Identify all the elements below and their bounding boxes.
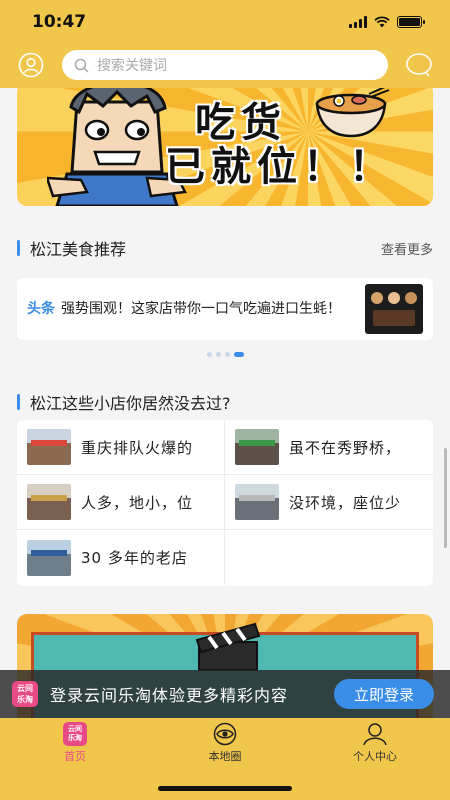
tab-label: 个人中心	[353, 750, 397, 763]
shop-thumbnail	[235, 484, 279, 520]
promo-banner-top[interactable]: 吃货 已就位！！	[17, 88, 433, 206]
search-placeholder: 搜索关键词	[97, 58, 167, 74]
shop-name: 重庆排队火爆的	[81, 438, 194, 457]
shop-thumbnail	[27, 539, 71, 576]
carousel-dot-active	[233, 352, 244, 357]
eye-circle-icon	[213, 722, 237, 746]
tab-label: 本地圈	[208, 750, 242, 763]
app-logo-icon: 云间 乐淘	[12, 681, 38, 707]
shop-item[interactable]: 人多，地小，位	[17, 475, 225, 530]
app-logo-icon: 云间 乐淘	[63, 722, 87, 746]
user-profile-button[interactable]	[16, 50, 46, 80]
shop-name: 没环境，座位少	[289, 493, 402, 512]
search-row: 搜索关键词	[0, 48, 450, 82]
wifi-icon	[374, 16, 390, 28]
app-header: 10:47 搜索关键词	[0, 0, 450, 88]
shop-thumbnail	[27, 429, 71, 465]
carousel-dot	[224, 352, 230, 357]
tab-local-circle[interactable]: 本地圈	[150, 722, 300, 764]
shop-grid: 重庆排队火爆的 虽不在秀野桥， 人多，地小，位 没环境，座位少 30 多年的老店	[17, 420, 433, 586]
chat-bubble-icon	[406, 53, 432, 77]
login-button[interactable]: 立即登录	[334, 679, 434, 709]
shop-name: 人多，地小，位	[81, 493, 194, 512]
food-section-title: 松江美食推荐	[30, 240, 127, 259]
status-time: 10:47	[32, 12, 87, 32]
status-icons	[349, 16, 425, 28]
shop-item[interactable]: 重庆排队火爆的	[17, 420, 225, 475]
shop-thumbnail	[235, 429, 279, 465]
main-content[interactable]: 吃货 已就位！！ 松江美食推荐 查看更多 头条 强势围观！这家店带你一口气吃遍进口…	[0, 88, 450, 718]
shop-item[interactable]: 虽不在秀野桥，	[225, 420, 433, 475]
search-input[interactable]: 搜索关键词	[62, 50, 388, 80]
tab-label: 首页	[64, 750, 86, 763]
shop-name: 虽不在秀野桥，	[289, 438, 402, 457]
shop-item[interactable]: 没环境，座位少	[225, 475, 433, 530]
user-circle-icon	[18, 52, 44, 78]
cellular-signal-icon	[349, 16, 367, 28]
scrollbar[interactable]	[444, 448, 447, 548]
carousel-dot	[206, 352, 212, 357]
carousel-indicator	[0, 352, 450, 357]
login-prompt-text: 登录云间乐淘体验更多精彩内容	[50, 686, 289, 705]
view-more-link[interactable]: 查看更多	[381, 239, 433, 258]
tab-profile[interactable]: 个人中心	[300, 722, 450, 764]
person-icon	[363, 723, 387, 746]
message-button[interactable]	[404, 50, 434, 80]
news-thumbnail	[365, 284, 423, 334]
tab-home[interactable]: 云间 乐淘 首页	[0, 722, 150, 764]
shop-item[interactable]: 30 多年的老店	[17, 530, 225, 585]
noodle-bowl-illustration	[315, 88, 390, 138]
food-section-header: 松江美食推荐 查看更多	[17, 236, 433, 260]
login-prompt-bar: 云间 乐淘 登录云间乐淘体验更多精彩内容 立即登录	[0, 670, 450, 718]
title-accent-bar	[17, 240, 20, 256]
shops-section-header: 松江这些小店你居然没去过?	[17, 390, 433, 414]
clapperboard-illustration	[195, 622, 261, 671]
home-indicator[interactable]	[158, 786, 292, 791]
shops-section-title: 松江这些小店你居然没去过?	[30, 394, 231, 413]
status-bar: 10:47	[0, 0, 450, 44]
shop-name: 30 多年的老店	[81, 549, 188, 567]
battery-icon	[397, 16, 425, 28]
banner-headline-2: 已就位！！	[165, 144, 395, 190]
shop-thumbnail	[27, 484, 71, 520]
news-tag: 头条	[27, 301, 55, 317]
carousel-dot	[215, 352, 221, 357]
title-accent-bar	[17, 394, 20, 410]
search-icon	[74, 58, 89, 73]
news-headline: 强势围观！这家店带你一口气吃遍进口生蚝！	[61, 301, 341, 317]
news-text: 头条 强势围观！这家店带你一口气吃遍进口生蚝！	[27, 299, 357, 319]
news-card[interactable]: 头条 强势围观！这家店带你一口气吃遍进口生蚝！	[17, 278, 433, 340]
